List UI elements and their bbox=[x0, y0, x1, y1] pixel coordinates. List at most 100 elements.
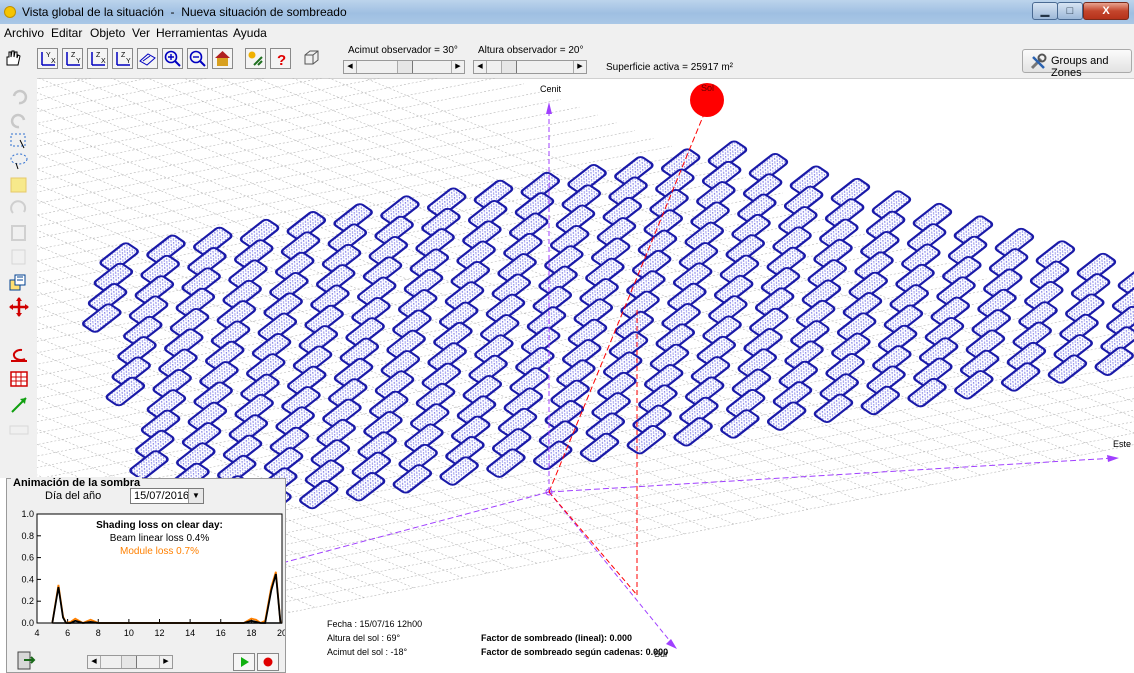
menu-objeto[interactable]: Objeto bbox=[90, 26, 125, 40]
sun-tools-icon[interactable] bbox=[245, 48, 266, 69]
pv-panel bbox=[766, 401, 807, 431]
date-select[interactable]: 15/07/2016 ▼ bbox=[130, 488, 204, 504]
altitude-label: Altura observador = 20° bbox=[478, 45, 584, 56]
groups-and-zones-button[interactable]: Groups and Zones bbox=[1022, 49, 1132, 79]
svg-text:?: ? bbox=[277, 52, 286, 68]
exit-door-icon[interactable] bbox=[15, 649, 37, 671]
record-icon bbox=[263, 657, 273, 667]
svg-text:X: X bbox=[101, 58, 106, 65]
play-button[interactable] bbox=[233, 653, 255, 671]
lasso-icon[interactable] bbox=[8, 150, 30, 172]
record-button[interactable] bbox=[257, 653, 279, 671]
menu-ver[interactable]: Ver bbox=[132, 26, 150, 40]
altitude-slider[interactable]: ◀ ▶ bbox=[473, 60, 587, 74]
cenit-label: Cenit bbox=[540, 84, 562, 94]
3d-box-icon[interactable] bbox=[302, 48, 323, 69]
sun-altitude-info: Altura del sol : 69° bbox=[327, 633, 401, 643]
x-tick-label: 14 bbox=[185, 628, 195, 638]
altitude-slider-thumb[interactable] bbox=[500, 61, 517, 73]
house-icon[interactable] bbox=[212, 48, 233, 69]
maximize-button[interactable]: □ bbox=[1057, 2, 1083, 20]
pv-panel-frame bbox=[860, 385, 900, 416]
slider-right-arrow-icon[interactable]: ▶ bbox=[159, 656, 172, 668]
animation-slider[interactable]: ◀ ▶ bbox=[87, 655, 173, 669]
rotate-left-icon[interactable] bbox=[8, 344, 30, 366]
minimize-button[interactable]: ▁ bbox=[1032, 2, 1058, 20]
azimuth-slider-thumb[interactable] bbox=[397, 61, 413, 73]
y-tick-label: 0.0 bbox=[21, 618, 34, 628]
move-icon[interactable] bbox=[8, 296, 30, 318]
pv-panel bbox=[954, 370, 994, 400]
azimuth-slider[interactable]: ◀ ▶ bbox=[343, 60, 465, 74]
pv-panel bbox=[345, 472, 386, 502]
svg-text:Y: Y bbox=[76, 58, 81, 65]
pv-panel-frame bbox=[533, 440, 573, 471]
azimuth-label: Acimut observador = 30° bbox=[348, 45, 458, 56]
pv-panel-frame bbox=[105, 376, 146, 407]
select-rect-icon[interactable] bbox=[8, 130, 30, 152]
animation-slider-thumb[interactable] bbox=[120, 656, 137, 668]
y-tick-label: 0.8 bbox=[21, 531, 34, 541]
left-toolbar bbox=[0, 78, 37, 478]
help-icon[interactable]: ? bbox=[270, 48, 291, 69]
pv-panel bbox=[299, 479, 339, 510]
slider-left-arrow-icon[interactable]: ◀ bbox=[474, 61, 487, 73]
rotate-icon[interactable] bbox=[8, 198, 30, 220]
pv-panel-frame bbox=[766, 401, 807, 431]
animation-title: Animación de la sombra bbox=[11, 477, 143, 489]
day-of-year-label: Día del año bbox=[45, 490, 102, 502]
title-bar: Vista global de la situación - Nueva sit… bbox=[0, 0, 1134, 24]
pv-panel-frame bbox=[345, 472, 386, 502]
menu-editar[interactable]: Editar bbox=[51, 26, 82, 40]
pv-panel bbox=[105, 376, 146, 407]
axis-zy-icon[interactable]: ZY bbox=[112, 48, 133, 69]
date-value: 15/07/2016 bbox=[134, 490, 190, 502]
pv-panel bbox=[82, 303, 122, 333]
chevron-down-icon[interactable]: ▼ bbox=[188, 489, 203, 503]
pv-panel bbox=[626, 424, 667, 455]
redo-icon[interactable] bbox=[8, 110, 30, 132]
active-surface: Superficie activa = 25917 m² bbox=[606, 62, 734, 73]
zoom-out-icon[interactable] bbox=[187, 48, 208, 69]
x-tick-label: 8 bbox=[96, 628, 101, 638]
undo-icon[interactable] bbox=[8, 86, 30, 108]
menu-archivo[interactable]: Archivo bbox=[4, 26, 44, 40]
diagonal-icon[interactable] bbox=[8, 394, 30, 416]
pv-panel bbox=[392, 464, 433, 494]
app-sun-icon bbox=[4, 6, 16, 18]
pv-panel-frame bbox=[439, 456, 479, 486]
slider-left-arrow-icon[interactable]: ◀ bbox=[88, 656, 101, 668]
zoom-in-icon[interactable] bbox=[162, 48, 183, 69]
slider-right-arrow-icon[interactable]: ▶ bbox=[451, 61, 464, 73]
menu-ayuda[interactable]: Ayuda bbox=[233, 26, 267, 40]
perspective-icon[interactable] bbox=[137, 48, 158, 69]
hand-pan-icon[interactable] bbox=[2, 48, 23, 69]
shading-factor-linear: Factor de sombreado (lineal): 0.000 bbox=[481, 633, 633, 643]
layer-icon[interactable] bbox=[8, 174, 30, 196]
slider-right-arrow-icon[interactable]: ▶ bbox=[573, 61, 586, 73]
sun-label: Sol bbox=[701, 83, 715, 93]
close-button[interactable]: X bbox=[1083, 2, 1129, 20]
multi-copy-icon[interactable] bbox=[8, 272, 30, 294]
grid-line bbox=[37, 78, 246, 212]
menu-herramientas[interactable]: Herramientas bbox=[156, 26, 228, 40]
nw-icon[interactable] bbox=[8, 418, 30, 440]
svg-text:X: X bbox=[51, 58, 56, 65]
x-tick-label: 18 bbox=[246, 628, 256, 638]
table-grid-icon[interactable] bbox=[8, 368, 30, 390]
axis-xy-icon[interactable]: YX bbox=[37, 48, 58, 69]
link-icon[interactable] bbox=[8, 222, 30, 244]
pv-panel bbox=[907, 377, 947, 408]
y-tick-label: 0.4 bbox=[21, 574, 34, 584]
pv-panel-frame bbox=[1000, 362, 1041, 392]
grid-line bbox=[37, 78, 283, 227]
sun-azimuth-info: Acimut del sol : -18° bbox=[327, 647, 408, 657]
paste-icon[interactable] bbox=[8, 246, 30, 268]
axis-yz-icon[interactable]: ZX bbox=[87, 48, 108, 69]
y-tick-label: 1.0 bbox=[21, 509, 34, 519]
slider-left-arrow-icon[interactable]: ◀ bbox=[344, 61, 357, 73]
grid-line bbox=[37, 78, 265, 220]
axis-xz-icon[interactable]: ZY bbox=[62, 48, 83, 69]
pv-panel-frame bbox=[1047, 354, 1088, 384]
pv-panel bbox=[439, 456, 479, 486]
